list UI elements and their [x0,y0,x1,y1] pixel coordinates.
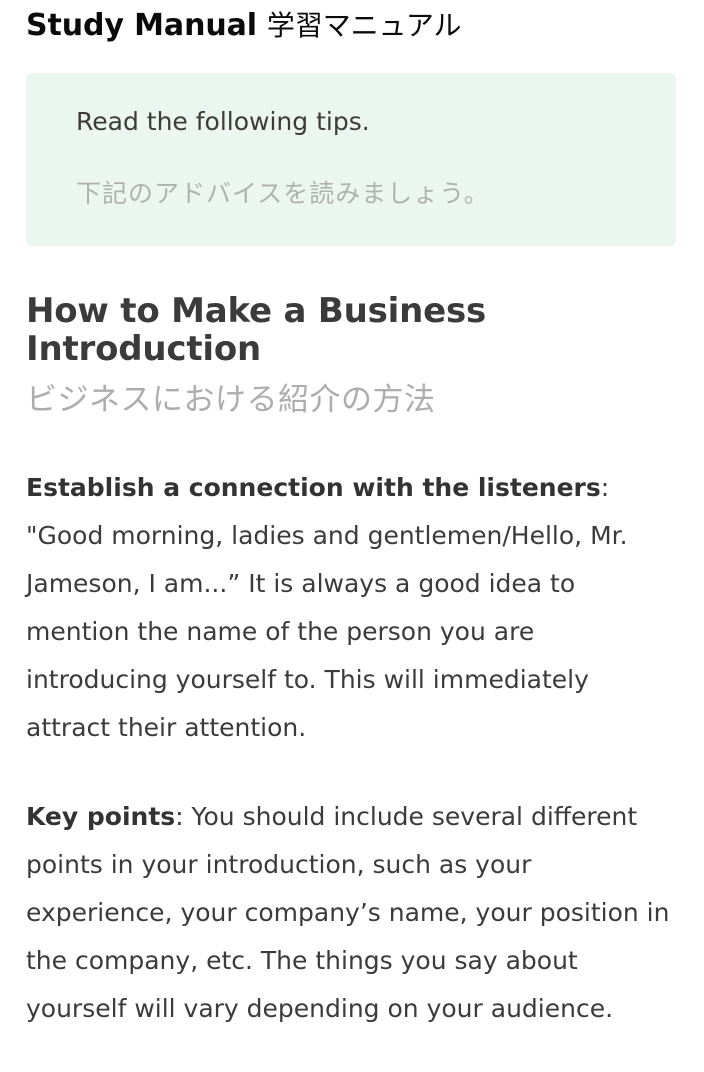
study-manual-page: Study Manual 学習マニュアル Read the following t… [0,0,704,1072]
section-subheading: ビジネスにおける紹介の方法 [26,382,436,418]
paragraph-text: : You should include several different p… [26,802,670,1023]
instruction-text-english: Read the following tips. [76,107,370,136]
paragraph-text: : "Good morning, ladies and gentlemen/He… [26,473,628,742]
paragraph-lead-in: Establish a connection with the listener… [26,473,601,502]
paragraph-key-points: Key points: You should include several d… [26,793,678,1033]
paragraph-lead-in: Key points [26,802,176,831]
page-title-english: Study Manual [26,8,257,43]
section-heading: How to Make a Business Introduction [26,291,487,369]
instruction-callout: Read the following tips. 下記のアドバイスを読みましょう… [26,73,676,246]
page-title: Study Manual 学習マニュアル [26,0,678,46]
page-title-japanese: 学習マニュアル [266,9,462,42]
lesson-body: Establish a connection with the listener… [26,419,678,1033]
paragraph-establish-connection: Establish a connection with the listener… [26,464,678,752]
instruction-text-japanese: 下記のアドバイスを読みましょう。 [76,179,490,208]
